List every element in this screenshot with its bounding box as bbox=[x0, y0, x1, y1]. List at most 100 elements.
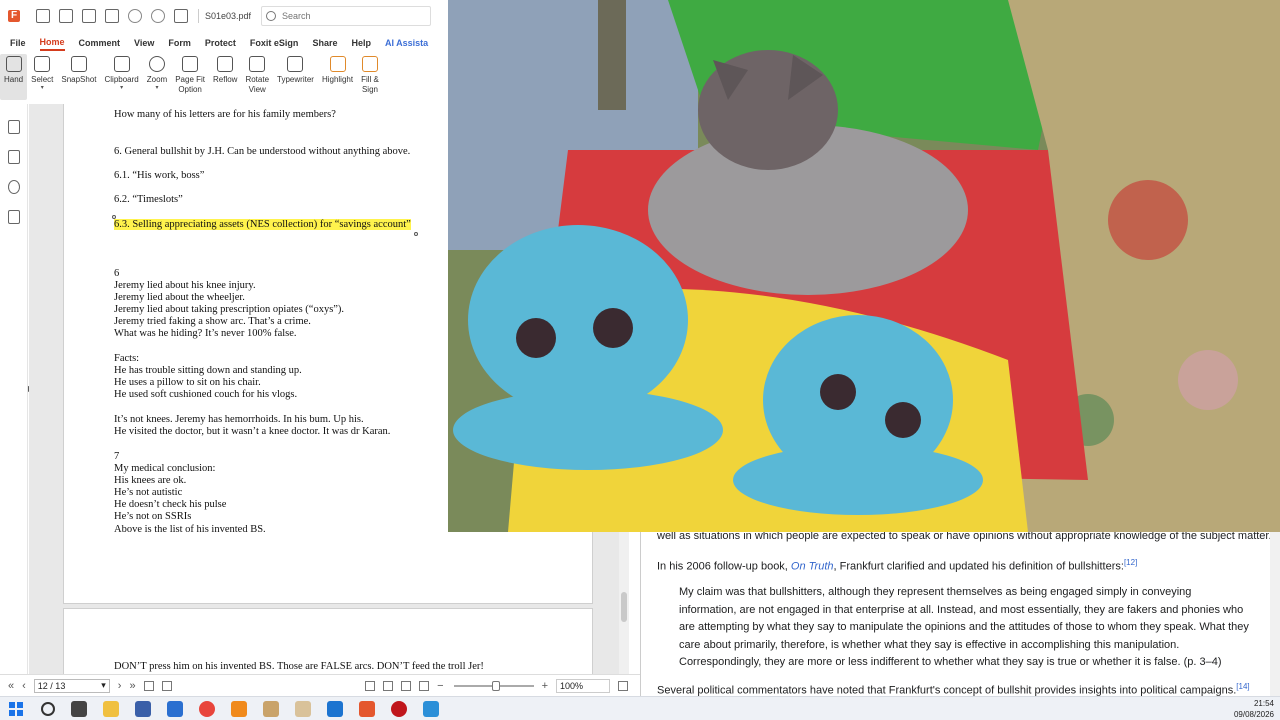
previous-page-icon[interactable]: ‹ bbox=[22, 680, 26, 692]
file-explorer-icon[interactable] bbox=[103, 700, 119, 717]
attachment-icon[interactable] bbox=[7, 210, 20, 224]
reflow-button[interactable]: Reflow bbox=[209, 54, 241, 100]
page-line: Jeremy lied about the wheeljer. bbox=[114, 292, 245, 303]
undo-icon[interactable] bbox=[128, 9, 142, 23]
clipboard-button[interactable]: Clipboard ▾ bbox=[101, 54, 143, 100]
zoom-slider-knob[interactable] bbox=[491, 680, 500, 691]
rotate-icon bbox=[249, 56, 266, 72]
citation-link[interactable]: [12] bbox=[1124, 558, 1137, 567]
single-page-view-icon[interactable] bbox=[365, 680, 376, 691]
scrollbar-thumb[interactable] bbox=[621, 592, 627, 622]
zoom-level-field[interactable]: 100% bbox=[556, 678, 610, 693]
comments-icon[interactable] bbox=[7, 180, 20, 194]
browser-scrollbar[interactable] bbox=[1270, 530, 1280, 696]
document-icon[interactable] bbox=[105, 9, 119, 23]
page-line: 6.1. “His work, boss” bbox=[114, 170, 205, 181]
select-text-icon bbox=[34, 56, 51, 72]
page-line: Facts: bbox=[114, 353, 140, 364]
task-view-icon[interactable] bbox=[71, 700, 87, 717]
zoom-slider[interactable] bbox=[453, 680, 534, 691]
page-line: He’s not on SSRIs bbox=[114, 511, 192, 522]
save-icon[interactable] bbox=[59, 9, 73, 23]
redo-icon[interactable] bbox=[151, 9, 165, 23]
app-icon[interactable] bbox=[327, 700, 343, 717]
pages-icon[interactable] bbox=[7, 150, 20, 164]
navigation-rail bbox=[0, 104, 28, 674]
search-box[interactable] bbox=[261, 6, 432, 26]
page-line: He’s not autistic bbox=[114, 487, 183, 498]
facing-view-icon[interactable] bbox=[401, 680, 412, 691]
toolbar-divider bbox=[198, 9, 199, 23]
app-icon[interactable] bbox=[295, 700, 311, 717]
print-icon[interactable] bbox=[82, 9, 96, 23]
selection-handle-end[interactable] bbox=[414, 232, 418, 236]
page-fit-option-button[interactable]: Page Fit Option bbox=[171, 54, 209, 100]
on-truth-link[interactable]: On Truth bbox=[791, 561, 834, 573]
page-fit-icon bbox=[182, 56, 199, 72]
tab-protect[interactable]: Protect bbox=[205, 36, 236, 50]
tab-share[interactable]: Share bbox=[312, 36, 337, 50]
citation-link[interactable]: [14] bbox=[1236, 682, 1249, 691]
continuous-view-icon[interactable] bbox=[383, 680, 394, 691]
search-icon[interactable] bbox=[41, 701, 55, 716]
fit-page-icon[interactable] bbox=[143, 680, 154, 691]
reflow-icon bbox=[217, 56, 234, 72]
tab-ai-assistant[interactable]: AI Assista bbox=[385, 36, 428, 50]
typewriter-button[interactable]: Typewriter bbox=[273, 54, 318, 100]
article-paragraph: In his 2006 follow-up book, On Truth, Fr… bbox=[657, 558, 1137, 573]
chrome-icon[interactable] bbox=[199, 700, 215, 717]
highlighted-line[interactable]: 6.3. Selling appreciating assets (NES co… bbox=[114, 219, 411, 230]
cover-view-icon[interactable] bbox=[419, 680, 430, 691]
tab-form[interactable]: Form bbox=[168, 36, 191, 50]
chevron-down-icon: ▾ bbox=[155, 85, 159, 91]
zoom-button[interactable]: Zoom ▾ bbox=[143, 54, 171, 100]
page-line: He used soft cushioned couch for his vlo… bbox=[114, 389, 298, 400]
tab-help[interactable]: Help bbox=[351, 36, 371, 50]
bookmark-icon[interactable] bbox=[7, 120, 20, 134]
page-line: 6 bbox=[114, 268, 120, 279]
vlc-icon[interactable] bbox=[231, 700, 247, 717]
fullscreen-icon[interactable] bbox=[618, 680, 628, 691]
zoom-out-icon[interactable]: − bbox=[437, 680, 443, 692]
system-tray-clock[interactable]: 21:54 09/08/2026 bbox=[1234, 698, 1274, 720]
tab-home[interactable]: Home bbox=[39, 35, 65, 51]
pen-icon bbox=[361, 56, 378, 72]
first-page-icon[interactable]: « bbox=[8, 680, 14, 692]
hand-button[interactable]: Hand bbox=[0, 54, 28, 100]
zoom-in-icon[interactable]: + bbox=[542, 680, 548, 692]
windows-taskbar: 21:54 09/08/2026 bbox=[0, 696, 1280, 720]
hand-tool-icon[interactable] bbox=[174, 9, 188, 23]
app-icon[interactable] bbox=[135, 700, 151, 717]
tab-comment[interactable]: Comment bbox=[79, 36, 121, 50]
page-line: 6.2. “Timeslots” bbox=[114, 194, 183, 205]
page-number-field[interactable]: 12 / 13 ▾ bbox=[33, 678, 110, 693]
tab-file[interactable]: File bbox=[10, 36, 26, 50]
page-line: Above is the list of his invented BS. bbox=[114, 524, 266, 535]
app-icon[interactable] bbox=[423, 700, 439, 717]
rotate-view-button[interactable]: Rotate View bbox=[241, 54, 273, 100]
selection-handle-start[interactable] bbox=[112, 215, 116, 219]
start-button[interactable] bbox=[9, 701, 23, 716]
chevron-down-icon: ▾ bbox=[120, 85, 124, 91]
page-line: DON’T press him on his invented BS. Thos… bbox=[114, 661, 484, 672]
fill-sign-button[interactable]: Fill & Sign bbox=[357, 54, 383, 100]
search-input[interactable] bbox=[282, 11, 413, 21]
tab-view[interactable]: View bbox=[134, 36, 154, 50]
app-icon[interactable] bbox=[167, 700, 183, 717]
clock-date: 09/08/2026 bbox=[1233, 710, 1274, 719]
snapshot-button[interactable]: SnapShot bbox=[57, 54, 100, 100]
open-folder-icon[interactable] bbox=[36, 9, 50, 23]
highlight-button[interactable]: Highlight bbox=[318, 54, 357, 100]
tab-foxit-esign[interactable]: Foxit eSign bbox=[250, 36, 299, 50]
typewriter-icon bbox=[287, 56, 304, 72]
next-page-icon[interactable]: › bbox=[118, 680, 122, 692]
page-line: He visited the doctor, but it wasn’t a k… bbox=[114, 426, 391, 437]
copy-icon[interactable] bbox=[161, 680, 172, 691]
last-page-icon[interactable]: » bbox=[129, 680, 135, 692]
clock-time: 21:54 bbox=[1253, 699, 1274, 708]
foxit-icon[interactable] bbox=[359, 700, 375, 717]
select-button[interactable]: Select ▾ bbox=[27, 54, 57, 100]
search-icon bbox=[266, 11, 277, 21]
app-icon[interactable] bbox=[263, 700, 279, 717]
app-icon[interactable] bbox=[391, 700, 407, 717]
